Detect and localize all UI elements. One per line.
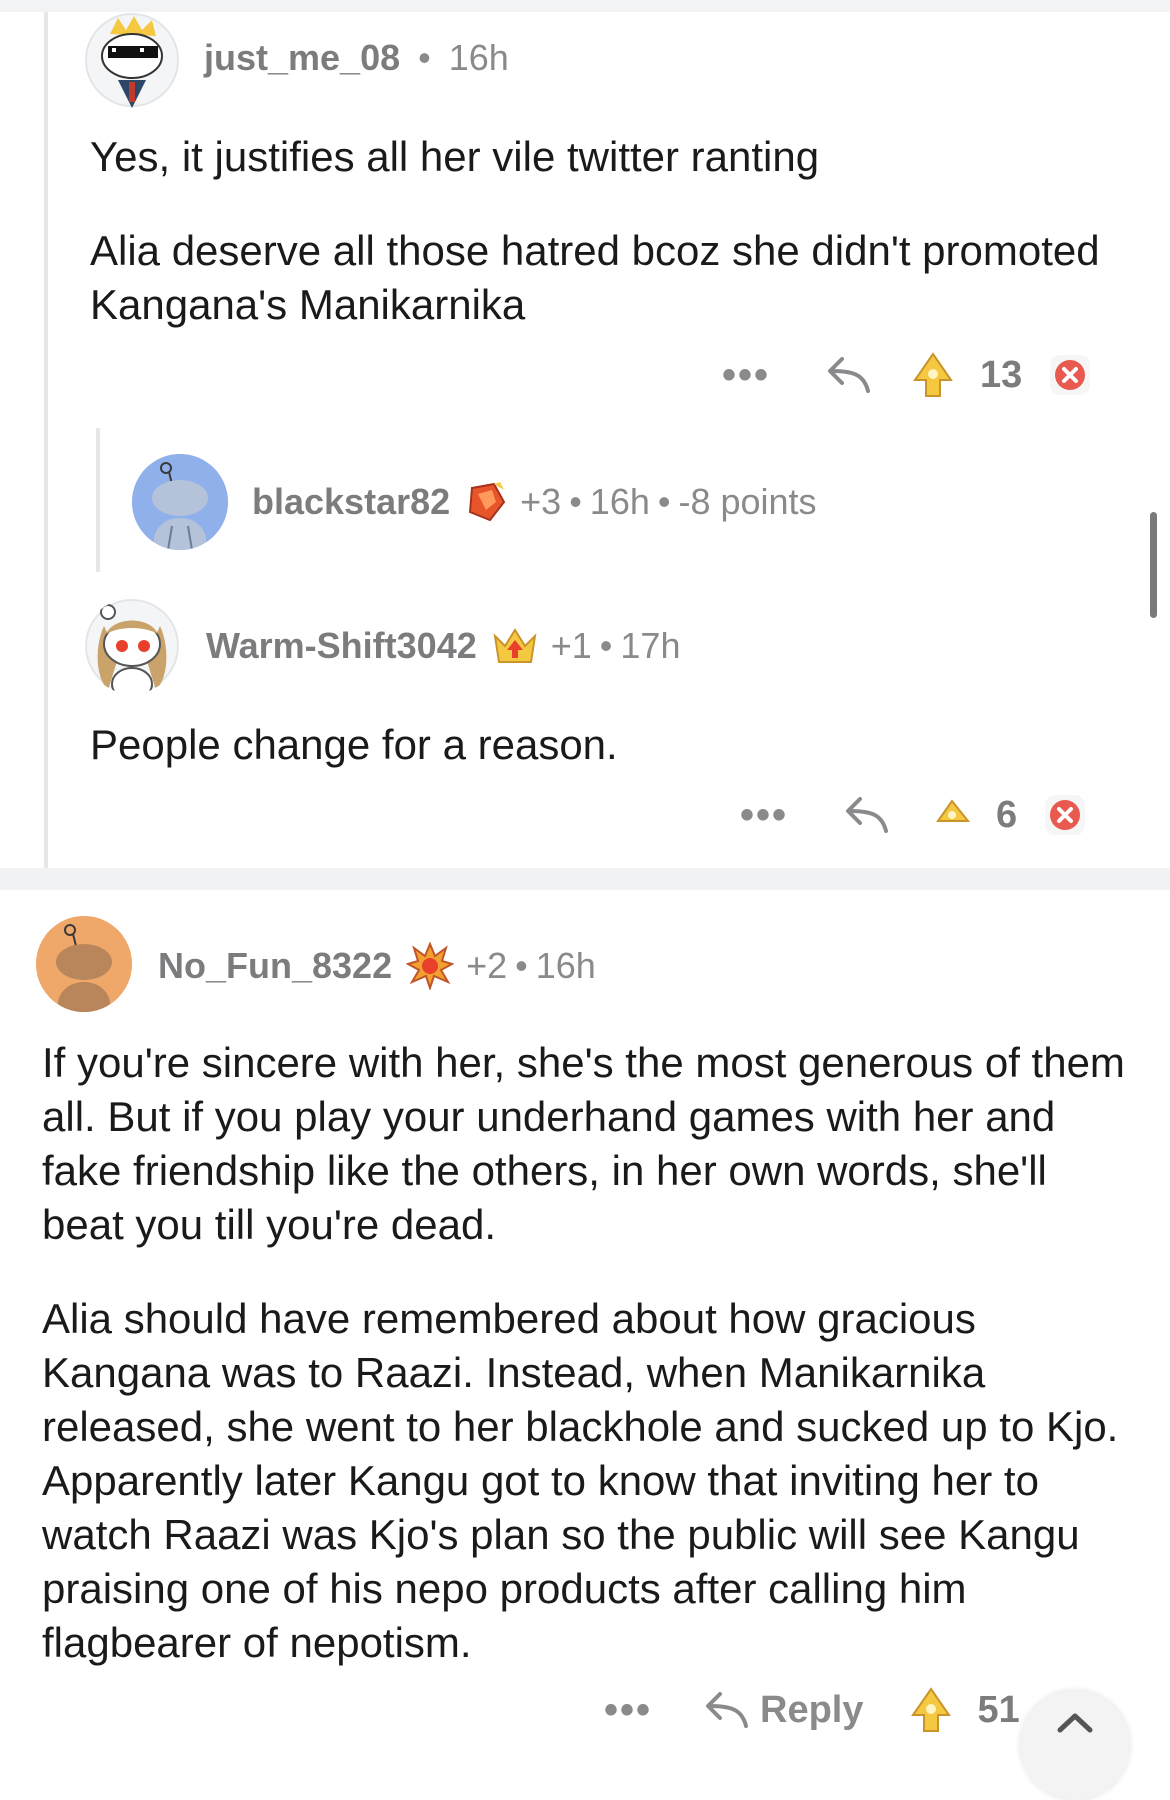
crown-award-icon [491, 624, 539, 668]
scrollbar-thumb[interactable] [1150, 512, 1157, 618]
comment-body: People change for a reason. [90, 718, 1100, 772]
more-options-button[interactable]: ••• [604, 1688, 652, 1733]
username[interactable]: No_Fun_8322 [158, 944, 392, 988]
reply-arrow-icon [702, 1688, 750, 1732]
reply-arrow-icon[interactable] [824, 353, 872, 397]
user-karma: +1 [550, 625, 592, 666]
upvote-award-icon[interactable] [910, 1687, 952, 1733]
snoo-avatar-icon[interactable] [84, 12, 180, 108]
thread-divider [0, 868, 1170, 890]
thread-line-child[interactable] [96, 428, 100, 572]
ruby-award-icon [464, 480, 508, 524]
vote-count: 6 [996, 793, 1018, 836]
downvote-x-icon[interactable] [1043, 793, 1087, 837]
separator-dot: • [515, 945, 528, 986]
comment-time: 16h [535, 945, 596, 986]
separator-dot: • [418, 37, 431, 78]
comment-actions: ••• Reply 51 [604, 1685, 1020, 1735]
more-options-button[interactable]: ••• [740, 793, 788, 838]
username[interactable]: just_me_08 [204, 37, 400, 78]
comment-paragraph: Alia should have remembered about how gr… [42, 1295, 1119, 1666]
separator-dot: • [599, 625, 613, 666]
comment-actions: ••• 13 [722, 350, 1092, 400]
upvote-award-icon[interactable] [912, 352, 954, 398]
blue-snoo-avatar-icon[interactable] [132, 454, 228, 550]
comment-meta: Warm-Shift3042 +1 • 17h [206, 624, 680, 668]
reply-arrow-icon[interactable] [842, 793, 890, 837]
comment-time: 16h [448, 37, 509, 78]
orange-snoo-avatar-icon[interactable] [36, 916, 132, 1012]
separator-dot: • [657, 481, 671, 522]
explosion-award-icon [405, 941, 455, 992]
more-options-button[interactable]: ••• [722, 353, 770, 398]
user-karma: +2 [466, 945, 508, 986]
scroll-to-top-icon[interactable] [1020, 1690, 1130, 1800]
comment-body: Yes, it justifies all her vile twitter r… [90, 130, 1100, 332]
comment-paragraph: If you're sincere with her, she's the mo… [42, 1039, 1125, 1248]
separator-dot: • [569, 481, 582, 522]
comment-meta: just_me_08 • 16h [204, 36, 509, 80]
comment-time: 17h [620, 625, 681, 666]
comment-actions: ••• 6 [740, 790, 1087, 840]
comment-paragraph: Yes, it justifies all her vile twitter r… [90, 133, 820, 180]
downvote-x-icon[interactable] [1048, 353, 1092, 397]
reply-button[interactable]: Reply [702, 1688, 864, 1732]
comment-paragraph: Alia deserve all those hatred bcoz she d… [90, 227, 1100, 328]
vote-count: 51 [977, 1688, 1020, 1731]
username[interactable]: blackstar82 [252, 480, 450, 524]
comment-meta: blackstar82 +3 • 16h • -8 points [252, 480, 817, 524]
user-karma: +3 [520, 481, 562, 522]
snoo-girl-avatar-icon[interactable] [84, 598, 180, 694]
upvote-award-icon[interactable] [934, 797, 971, 833]
comment-points: -8 points [678, 481, 817, 522]
top-separator [0, 0, 1170, 12]
comment-paragraph: People change for a reason. [90, 721, 618, 768]
comment-meta: No_Fun_8322 +2 • 16h [158, 941, 596, 992]
thread-line-parent[interactable] [44, 12, 48, 868]
reply-label: Reply [760, 1688, 864, 1731]
vote-count: 13 [980, 353, 1023, 396]
username[interactable]: Warm-Shift3042 [206, 624, 477, 668]
comment-time: 16h [589, 481, 650, 522]
comment-body: If you're sincere with her, she's the mo… [42, 1036, 1132, 1670]
